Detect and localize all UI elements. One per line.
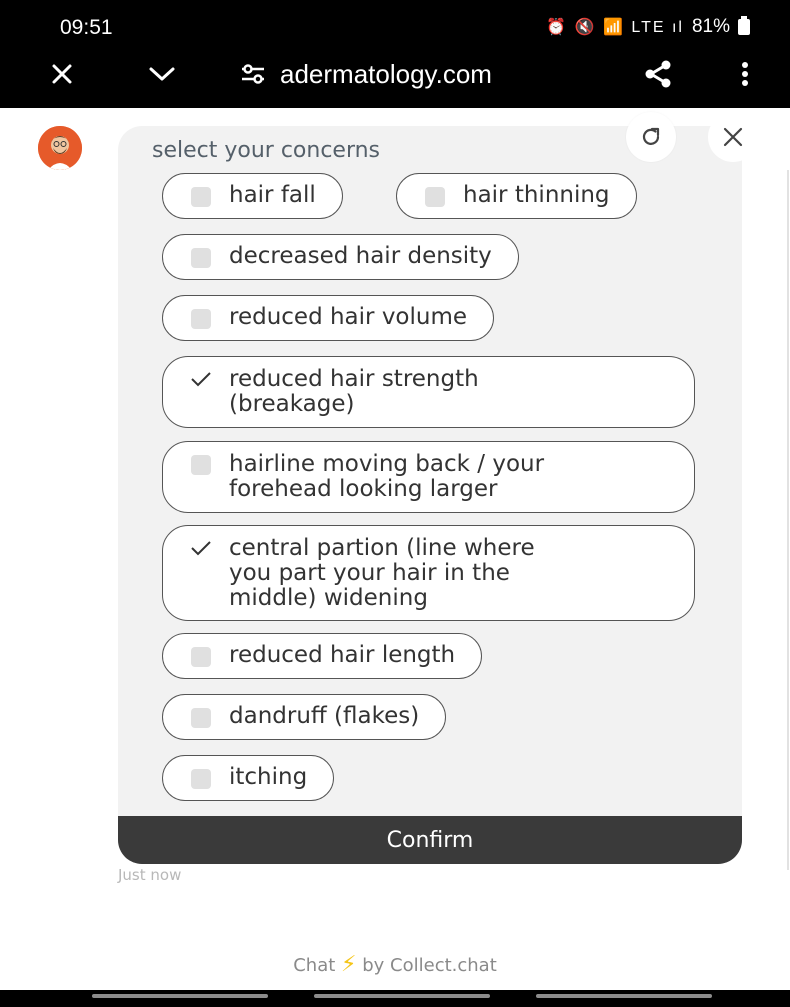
message-timestamp: Just now xyxy=(118,866,182,884)
option-label-line: you part your hair in the xyxy=(229,560,510,586)
url-bar[interactable]: adermatology.com xyxy=(240,54,492,94)
close-icon xyxy=(723,127,743,147)
system-nav-bar xyxy=(0,990,790,1007)
close-chat-button[interactable] xyxy=(708,112,758,162)
checkbox[interactable] xyxy=(191,647,211,667)
close-tab-button[interactable] xyxy=(40,54,84,94)
option-hair-fall[interactable]: hair fall xyxy=(162,173,343,219)
doctor-avatar-icon xyxy=(38,126,82,170)
option-label: hair thinning xyxy=(463,182,610,208)
option-dandruff[interactable]: dandruff (flakes) xyxy=(162,694,447,740)
close-icon xyxy=(52,64,72,84)
option-reduced-hair-strength[interactable]: reduced hair strength (breakage) xyxy=(162,356,695,428)
share-icon xyxy=(645,60,671,88)
powered-prefix: Chat xyxy=(293,955,336,976)
nav-recents[interactable] xyxy=(92,994,268,998)
more-vert-icon xyxy=(742,62,748,86)
minimize-button[interactable] xyxy=(140,54,184,94)
option-label: reduced hair length xyxy=(229,642,456,668)
scrollbar-track[interactable] xyxy=(787,170,789,870)
battery-icon xyxy=(738,16,750,35)
checkbox[interactable] xyxy=(191,309,211,329)
option-decreased-hair-density[interactable]: decreased hair density xyxy=(162,234,519,280)
powered-by[interactable]: Chat ⚡ by Collect.chat xyxy=(0,952,790,977)
checkbox[interactable] xyxy=(425,187,445,207)
option-label: dandruff (flakes) xyxy=(229,703,420,729)
option-label: decreased hair density xyxy=(229,243,492,269)
option-label-line: central partion (line where xyxy=(229,535,535,561)
option-label-line: forehead looking larger xyxy=(229,476,498,502)
prompt-text: select your concerns xyxy=(152,138,381,163)
option-label: hair fall xyxy=(229,182,316,208)
checkmark-icon[interactable] xyxy=(189,538,213,558)
checkbox[interactable] xyxy=(191,769,211,789)
status-time: 09:51 xyxy=(60,16,113,39)
option-reduced-hair-volume[interactable]: reduced hair volume xyxy=(162,295,495,341)
checkmark-icon[interactable] xyxy=(189,369,213,389)
bot-avatar xyxy=(38,126,82,170)
site-settings-icon xyxy=(242,64,264,84)
nav-back[interactable] xyxy=(536,994,712,998)
top-bar: 09:51 ⏰ 🔇 📶 LTE ıl 81% adermatology.com xyxy=(0,0,790,108)
share-button[interactable] xyxy=(636,54,680,94)
option-central-partition-widening[interactable]: central partion (line where you part you… xyxy=(162,525,695,621)
option-label: itching xyxy=(229,764,308,790)
menu-button[interactable] xyxy=(730,54,760,94)
battery-level: 81% xyxy=(691,16,730,37)
option-label-line: middle) widening xyxy=(229,585,428,611)
option-label-line: reduced hair strength xyxy=(229,366,479,392)
refresh-button[interactable] xyxy=(626,112,676,162)
checkbox[interactable] xyxy=(191,187,211,207)
option-reduced-hair-length[interactable]: reduced hair length xyxy=(162,633,483,679)
option-label-line: hairline moving back / your xyxy=(229,451,545,477)
url-text: adermatology.com xyxy=(280,58,492,89)
checkbox[interactable] xyxy=(191,708,211,728)
refresh-icon xyxy=(642,127,660,145)
option-itching[interactable]: itching xyxy=(162,755,335,801)
option-label-line: (breakage) xyxy=(229,391,355,417)
confirm-button[interactable]: Confirm xyxy=(118,816,742,864)
chevron-down-icon xyxy=(149,67,175,81)
option-hair-thinning[interactable]: hair thinning xyxy=(396,173,637,219)
status-icons: ⏰ 🔇 📶 LTE ıl xyxy=(546,19,684,36)
status-indicators: ⏰ 🔇 📶 LTE ıl 81% xyxy=(546,16,750,38)
option-hairline-moving-back[interactable]: hairline moving back / your forehead loo… xyxy=(162,441,695,513)
powered-suffix: by Collect.chat xyxy=(362,955,497,976)
option-label: reduced hair volume xyxy=(229,304,468,330)
lightning-icon: ⚡ xyxy=(341,952,357,977)
nav-home[interactable] xyxy=(314,994,490,998)
checkbox[interactable] xyxy=(191,455,211,475)
checkbox[interactable] xyxy=(191,248,211,268)
